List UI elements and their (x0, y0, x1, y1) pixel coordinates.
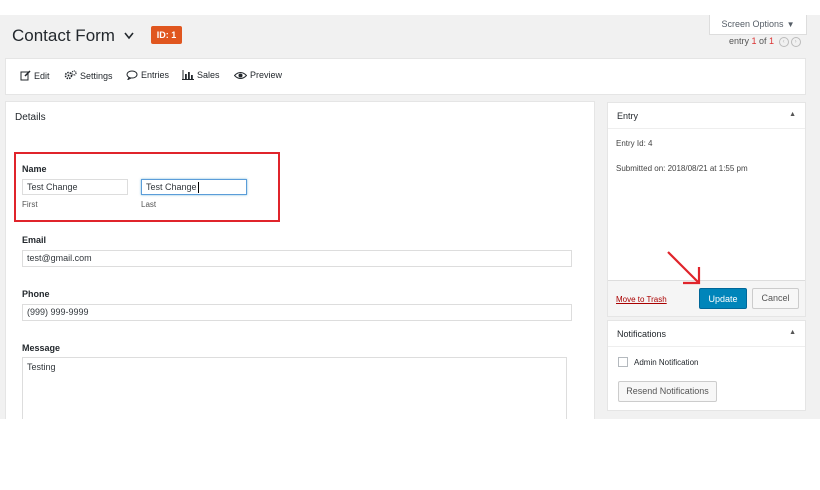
form-toolbar: Edit Settings Entries Sales Preview (5, 58, 806, 95)
text-cursor (197, 182, 199, 194)
update-button[interactable]: Update (699, 288, 747, 309)
move-to-trash-link[interactable]: Move to Trash (616, 295, 667, 304)
caret-down-icon: ▼ (786, 20, 795, 29)
collapse-toggle-icon[interactable]: ▲ (789, 329, 796, 336)
entry-box: Entry ▲ Entry Id: 4 Submitted on: 2018/0… (607, 102, 806, 317)
email-label: Email (22, 235, 47, 245)
notifications-box: Notifications ▲ Admin Notification Resen… (607, 320, 806, 411)
first-name-sublabel: First (22, 200, 38, 209)
form-id-badge: ID: 1 (151, 26, 182, 44)
preview-label: Preview (250, 70, 283, 80)
name-label: Name (22, 164, 47, 174)
entry-box-actions: Move to Trash Update Cancel (608, 280, 805, 316)
edit-icon (20, 70, 31, 81)
chevron-down-icon[interactable] (123, 31, 135, 41)
bar-chart-icon (182, 70, 194, 80)
entry-prefix: entry (729, 36, 752, 46)
edit-tab[interactable]: Edit (20, 70, 50, 81)
annotation-arrow-icon (667, 251, 701, 285)
collapse-toggle-icon[interactable]: ▲ (789, 111, 796, 118)
settings-tab[interactable]: Settings (64, 70, 113, 81)
notifications-title: Notifications (617, 329, 667, 339)
phone-input[interactable]: (999) 999-9999 (22, 304, 572, 321)
entry-of: of (756, 36, 770, 46)
last-name-input[interactable]: Test Change (141, 179, 247, 195)
submitted-text: Submitted on: 2018/08/21 at 1:55 pm (616, 164, 748, 173)
resend-notifications-button[interactable]: Resend Notifications (618, 381, 717, 402)
prev-entry-icon[interactable]: ‹ (778, 36, 789, 47)
entries-label: Entries (141, 70, 170, 80)
entries-tab[interactable]: Entries (126, 70, 169, 80)
details-box: Details Name Test Change First Test Chan… (5, 101, 595, 419)
entry-box-header[interactable]: Entry ▲ (608, 103, 805, 129)
eye-icon (234, 71, 247, 79)
comment-icon (126, 70, 138, 80)
preview-tab[interactable]: Preview (234, 70, 282, 80)
gears-icon (64, 70, 77, 80)
message-textarea[interactable]: Testing (22, 357, 567, 419)
entry-total: 1 (769, 36, 775, 46)
sales-label: Sales (197, 70, 220, 80)
last-name-sublabel: Last (141, 200, 157, 209)
page-title: Contact Form (12, 26, 115, 45)
admin-notification-label: Admin Notification (634, 358, 699, 367)
email-input[interactable]: test@gmail.com (22, 250, 572, 267)
first-name-input[interactable]: Test Change (22, 179, 128, 195)
screen-options-button[interactable]: Screen Options ▼ (709, 15, 807, 35)
settings-label: Settings (80, 70, 113, 81)
edit-label: Edit (34, 70, 50, 81)
details-title: Details (15, 112, 46, 123)
admin-notification-checkbox[interactable] (618, 357, 628, 367)
entry-box-title: Entry (617, 111, 639, 121)
entry-id-text: Entry Id: 4 (616, 139, 653, 148)
screen-options-label: Screen Options (721, 19, 784, 29)
phone-label: Phone (22, 289, 50, 299)
notifications-header[interactable]: Notifications ▲ (608, 321, 805, 347)
admin-content: Contact Form ID: 1 Screen Options ▼ entry… (0, 15, 820, 419)
message-label: Message (22, 343, 61, 353)
entry-pagination: entry 1 of 1 ‹ › (729, 36, 801, 47)
sales-tab[interactable]: Sales (182, 70, 220, 80)
next-entry-icon[interactable]: › (790, 36, 801, 47)
cancel-button[interactable]: Cancel (752, 288, 799, 309)
last-name-value: Test Change (146, 182, 197, 192)
